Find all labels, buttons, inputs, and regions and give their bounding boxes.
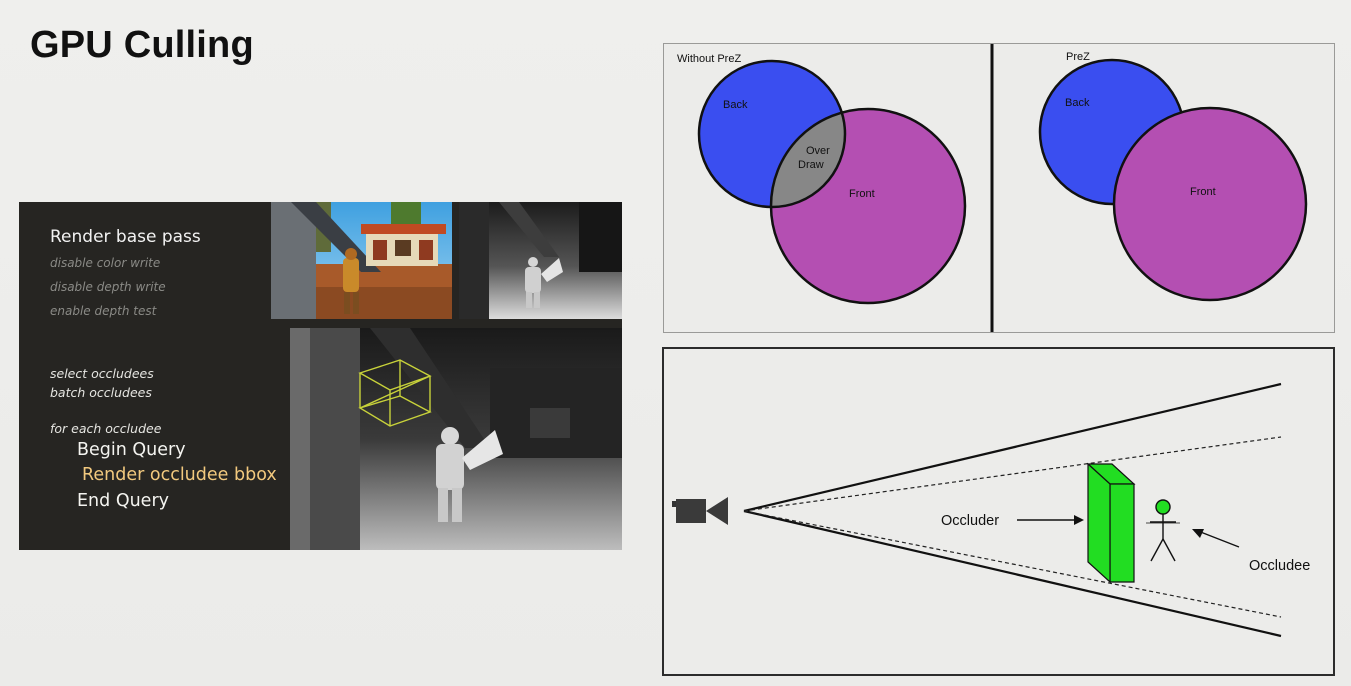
back-label-without-prez: Back <box>723 99 748 111</box>
occludee-bbox-thumbnail <box>290 328 622 550</box>
front-label-prez: Front <box>1190 186 1216 198</box>
stick-figure-icon <box>1146 499 1180 562</box>
enable-depth-test-label: enable depth test <box>50 304 157 318</box>
occlusion-frustum-diagram: Occluder Occludee <box>662 347 1335 676</box>
depth-buffer-thumbnail <box>459 202 622 319</box>
begin-query-label: Begin Query <box>77 440 186 460</box>
batch-occludees-label: batch occludees <box>50 385 152 400</box>
front-circle-prez <box>1112 106 1308 302</box>
camera-icon <box>672 497 728 525</box>
end-query-label: End Query <box>77 491 170 511</box>
game-screenshot-thumbnail <box>271 202 452 319</box>
disable-color-write-label: disable color write <box>50 256 161 270</box>
select-occludees-label: select occludees <box>50 366 154 381</box>
render-occludee-bbox-label: Render occludee bbox <box>82 465 277 485</box>
occluder-label: Occluder <box>941 513 999 529</box>
for-each-occludee-label: for each occludee <box>50 421 162 436</box>
overdraw-label-line2: Draw <box>798 159 824 171</box>
pseudo-code-panel: Render base pass disable color write dis… <box>19 202 622 550</box>
prez-label: PreZ <box>1066 51 1090 63</box>
occludee-arrow <box>1197 530 1240 548</box>
frustum-top-edge <box>743 382 1282 513</box>
occludee-label: Occludee <box>1249 558 1310 574</box>
occluder-box <box>1086 462 1136 584</box>
slide-title: GPU Culling <box>30 24 254 66</box>
prez-comparison-diagram: Without PreZ PreZ Back Over Draw Front B… <box>663 43 1335 333</box>
without-prez-label: Without PreZ <box>677 53 741 65</box>
render-base-pass-label: Render base pass <box>50 227 201 247</box>
disable-depth-write-label: disable depth write <box>50 280 166 294</box>
back-label-prez: Back <box>1065 97 1090 109</box>
occlusion-bottom-ray <box>743 510 1282 618</box>
overdraw-label-line1: Over <box>806 145 830 157</box>
front-label-without-prez: Front <box>849 188 875 200</box>
slide: GPU Culling Render base pass disable col… <box>0 0 1351 686</box>
